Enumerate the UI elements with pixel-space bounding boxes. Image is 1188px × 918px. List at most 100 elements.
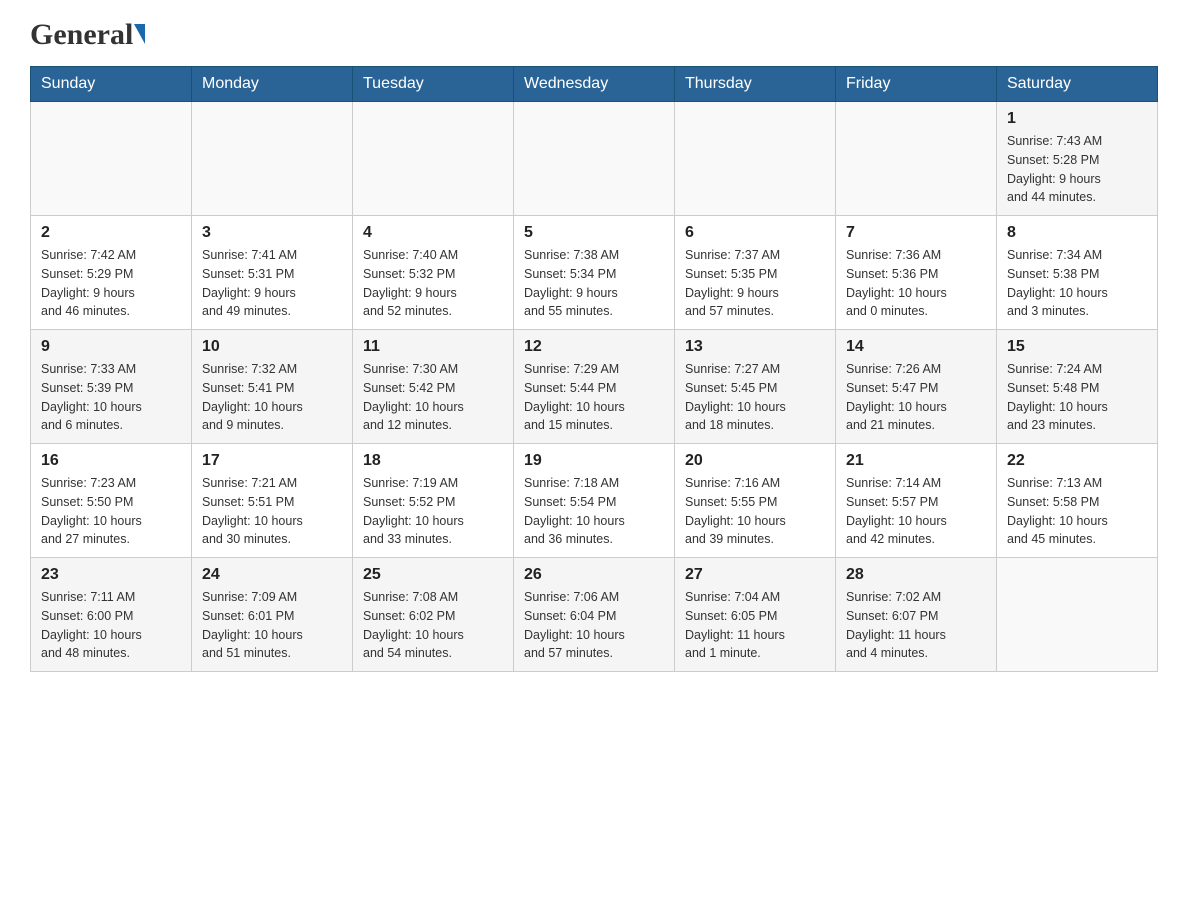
day-info: Sunrise: 7:42 AM Sunset: 5:29 PM Dayligh… [41, 246, 181, 321]
day-number: 3 [202, 224, 342, 242]
calendar-cell: 3 Sunrise: 7:41 AM Sunset: 5:31 PM Daylig… [192, 216, 353, 330]
logo-triangle-icon [134, 24, 145, 44]
calendar-cell: 20 Sunrise: 7:16 AM Sunset: 5:55 PM Dayli… [675, 444, 836, 558]
calendar-cell: 15 Sunrise: 7:24 AM Sunset: 5:48 PM Dayli… [997, 330, 1158, 444]
logo-g: G [30, 20, 53, 50]
calendar-cell: 24 Sunrise: 7:09 AM Sunset: 6:01 PM Dayli… [192, 558, 353, 672]
calendar-cell: 6Sunrise: 7:37 AM Sunset: 5:35 PM Daylig… [675, 216, 836, 330]
day-info: Sunrise: 7:29 AM Sunset: 5:44 PM Dayligh… [524, 360, 664, 435]
day-of-week-header: Saturday [997, 67, 1158, 102]
calendar-cell: 12 Sunrise: 7:29 AM Sunset: 5:44 PM Dayli… [514, 330, 675, 444]
calendar-cell: 14Sunrise: 7:26 AM Sunset: 5:47 PM Dayli… [836, 330, 997, 444]
day-of-week-header: Thursday [675, 67, 836, 102]
calendar-week-row: 23 Sunrise: 7:11 AM Sunset: 6:00 PM Dayli… [31, 558, 1158, 672]
day-info: Sunrise: 7:08 AM Sunset: 6:02 PM Dayligh… [363, 588, 503, 663]
day-info: Sunrise: 7:43 AM Sunset: 5:28 PM Dayligh… [1007, 132, 1147, 207]
day-info: Sunrise: 7:02 AM Sunset: 6:07 PM Dayligh… [846, 588, 986, 663]
day-info: Sunrise: 7:40 AM Sunset: 5:32 PM Dayligh… [363, 246, 503, 321]
calendar-cell: 22 Sunrise: 7:13 AM Sunset: 5:58 PM Dayli… [997, 444, 1158, 558]
calendar-cell: 23 Sunrise: 7:11 AM Sunset: 6:00 PM Dayli… [31, 558, 192, 672]
day-info: Sunrise: 7:30 AM Sunset: 5:42 PM Dayligh… [363, 360, 503, 435]
day-number: 10 [202, 338, 342, 356]
day-number: 11 [363, 338, 503, 356]
calendar-header-row: SundayMondayTuesdayWednesdayThursdayFrid… [31, 67, 1158, 102]
calendar-cell: 4 Sunrise: 7:40 AM Sunset: 5:32 PM Daylig… [353, 216, 514, 330]
calendar-cell [31, 102, 192, 216]
day-number: 1 [1007, 110, 1147, 128]
day-of-week-header: Tuesday [353, 67, 514, 102]
calendar-cell [836, 102, 997, 216]
day-of-week-header: Monday [192, 67, 353, 102]
calendar-cell [675, 102, 836, 216]
day-number: 21 [846, 452, 986, 470]
day-number: 4 [363, 224, 503, 242]
calendar-cell: 8 Sunrise: 7:34 AM Sunset: 5:38 PM Daylig… [997, 216, 1158, 330]
day-info: Sunrise: 7:24 AM Sunset: 5:48 PM Dayligh… [1007, 360, 1147, 435]
day-of-week-header: Wednesday [514, 67, 675, 102]
calendar-cell: 7Sunrise: 7:36 AM Sunset: 5:36 PM Daylig… [836, 216, 997, 330]
day-info: Sunrise: 7:11 AM Sunset: 6:00 PM Dayligh… [41, 588, 181, 663]
day-number: 26 [524, 566, 664, 584]
day-number: 17 [202, 452, 342, 470]
calendar-week-row: 9 Sunrise: 7:33 AM Sunset: 5:39 PM Daylig… [31, 330, 1158, 444]
day-number: 27 [685, 566, 825, 584]
calendar-cell: 19 Sunrise: 7:18 AM Sunset: 5:54 PM Dayli… [514, 444, 675, 558]
day-number: 25 [363, 566, 503, 584]
calendar-cell [192, 102, 353, 216]
day-info: Sunrise: 7:19 AM Sunset: 5:52 PM Dayligh… [363, 474, 503, 549]
day-number: 24 [202, 566, 342, 584]
page-header: G eneral [30, 20, 1158, 46]
day-info: Sunrise: 7:26 AM Sunset: 5:47 PM Dayligh… [846, 360, 986, 435]
calendar-cell [997, 558, 1158, 672]
calendar-cell: 18 Sunrise: 7:19 AM Sunset: 5:52 PM Dayli… [353, 444, 514, 558]
day-info: Sunrise: 7:33 AM Sunset: 5:39 PM Dayligh… [41, 360, 181, 435]
calendar-cell [514, 102, 675, 216]
logo: G eneral [30, 20, 146, 46]
day-number: 22 [1007, 452, 1147, 470]
day-number: 7 [846, 224, 986, 242]
day-of-week-header: Sunday [31, 67, 192, 102]
calendar-week-row: 16 Sunrise: 7:23 AM Sunset: 5:50 PM Dayli… [31, 444, 1158, 558]
calendar-cell: 21Sunrise: 7:14 AM Sunset: 5:57 PM Dayli… [836, 444, 997, 558]
day-info: Sunrise: 7:23 AM Sunset: 5:50 PM Dayligh… [41, 474, 181, 549]
day-number: 28 [846, 566, 986, 584]
day-number: 16 [41, 452, 181, 470]
calendar-week-row: 2 Sunrise: 7:42 AM Sunset: 5:29 PM Daylig… [31, 216, 1158, 330]
day-info: Sunrise: 7:34 AM Sunset: 5:38 PM Dayligh… [1007, 246, 1147, 321]
day-number: 2 [41, 224, 181, 242]
calendar-cell: 13Sunrise: 7:27 AM Sunset: 5:45 PM Dayli… [675, 330, 836, 444]
day-info: Sunrise: 7:13 AM Sunset: 5:58 PM Dayligh… [1007, 474, 1147, 549]
day-number: 12 [524, 338, 664, 356]
day-info: Sunrise: 7:06 AM Sunset: 6:04 PM Dayligh… [524, 588, 664, 663]
logo-eneral: eneral [53, 20, 133, 50]
calendar-cell: 25 Sunrise: 7:08 AM Sunset: 6:02 PM Dayli… [353, 558, 514, 672]
calendar-week-row: 1 Sunrise: 7:43 AM Sunset: 5:28 PM Daylig… [31, 102, 1158, 216]
calendar-cell: 11 Sunrise: 7:30 AM Sunset: 5:42 PM Dayli… [353, 330, 514, 444]
day-number: 19 [524, 452, 664, 470]
day-number: 15 [1007, 338, 1147, 356]
calendar-cell: 17 Sunrise: 7:21 AM Sunset: 5:51 PM Dayli… [192, 444, 353, 558]
day-info: Sunrise: 7:32 AM Sunset: 5:41 PM Dayligh… [202, 360, 342, 435]
day-info: Sunrise: 7:41 AM Sunset: 5:31 PM Dayligh… [202, 246, 342, 321]
day-number: 23 [41, 566, 181, 584]
day-info: Sunrise: 7:09 AM Sunset: 6:01 PM Dayligh… [202, 588, 342, 663]
day-number: 9 [41, 338, 181, 356]
day-number: 8 [1007, 224, 1147, 242]
day-number: 20 [685, 452, 825, 470]
calendar-cell: 1 Sunrise: 7:43 AM Sunset: 5:28 PM Daylig… [997, 102, 1158, 216]
day-info: Sunrise: 7:18 AM Sunset: 5:54 PM Dayligh… [524, 474, 664, 549]
day-number: 6 [685, 224, 825, 242]
calendar-cell: 26 Sunrise: 7:06 AM Sunset: 6:04 PM Dayli… [514, 558, 675, 672]
day-number: 13 [685, 338, 825, 356]
day-info: Sunrise: 7:21 AM Sunset: 5:51 PM Dayligh… [202, 474, 342, 549]
calendar-cell: 27 Sunrise: 7:04 AM Sunset: 6:05 PM Dayli… [675, 558, 836, 672]
calendar-table: SundayMondayTuesdayWednesdayThursdayFrid… [30, 66, 1158, 672]
day-number: 18 [363, 452, 503, 470]
calendar-cell: 2 Sunrise: 7:42 AM Sunset: 5:29 PM Daylig… [31, 216, 192, 330]
calendar-cell: 9 Sunrise: 7:33 AM Sunset: 5:39 PM Daylig… [31, 330, 192, 444]
calendar-cell: 5Sunrise: 7:38 AM Sunset: 5:34 PM Daylig… [514, 216, 675, 330]
calendar-cell: 10 Sunrise: 7:32 AM Sunset: 5:41 PM Dayli… [192, 330, 353, 444]
day-info: Sunrise: 7:04 AM Sunset: 6:05 PM Dayligh… [685, 588, 825, 663]
calendar-cell [353, 102, 514, 216]
day-info: Sunrise: 7:16 AM Sunset: 5:55 PM Dayligh… [685, 474, 825, 549]
